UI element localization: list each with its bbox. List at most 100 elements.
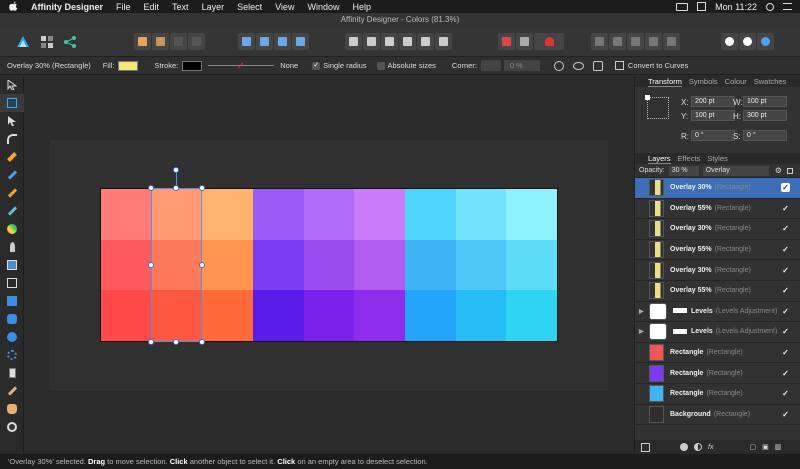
swatch-cell[interactable]: [202, 239, 253, 291]
menu-list-icon[interactable]: [783, 3, 792, 10]
swatch-cell[interactable]: [303, 290, 355, 341]
tab-effects[interactable]: Effects: [678, 154, 701, 163]
text-tool[interactable]: [0, 364, 24, 382]
transparency-tool[interactable]: [0, 238, 24, 256]
rotate-right-button[interactable]: [292, 33, 309, 50]
resize-handle-tr[interactable]: [199, 185, 205, 191]
vector-brush-tool[interactable]: [0, 184, 24, 202]
display-icon[interactable]: [676, 2, 689, 11]
crop-tool[interactable]: [0, 274, 24, 292]
menu-text[interactable]: Text: [172, 2, 189, 12]
app-name-menu[interactable]: Affinity Designer: [31, 2, 103, 12]
swatch-cell[interactable]: [202, 290, 253, 341]
subtract-boolean-button[interactable]: [609, 33, 626, 50]
visibility-checkbox[interactable]: ✓: [781, 286, 790, 295]
swatch-cell[interactable]: [303, 189, 355, 240]
pen-tool[interactable]: [0, 148, 24, 166]
layer-row[interactable]: Overlay 55% (Rectangle) ✓: [635, 240, 800, 261]
swatch-cell[interactable]: [253, 239, 304, 291]
resize-handle-mr[interactable]: [199, 262, 205, 268]
insert-top-icon[interactable]: [739, 33, 756, 50]
resize-handle-tc[interactable]: [173, 185, 179, 191]
snapping-magnet-button[interactable]: [534, 33, 564, 50]
layer-row[interactable]: Rectangle (Rectangle) ✓: [635, 363, 800, 384]
visibility-checkbox[interactable]: ✓: [781, 204, 790, 213]
rotation-handle[interactable]: [173, 167, 179, 173]
resize-handle-tl[interactable]: [148, 185, 154, 191]
resize-handle-bl[interactable]: [148, 339, 154, 345]
visibility-checkbox[interactable]: ✓: [781, 389, 790, 398]
stroke-style-value[interactable]: None: [280, 61, 298, 70]
h-field[interactable]: [743, 110, 787, 121]
boundary-icon[interactable]: [498, 33, 515, 50]
zoom-tool[interactable]: [0, 418, 24, 436]
snap-grid-icon[interactable]: [516, 33, 533, 50]
divide-boolean-button[interactable]: [663, 33, 680, 50]
resize-handle-ml[interactable]: [148, 262, 154, 268]
rotation-field[interactable]: [691, 130, 735, 141]
apple-icon[interactable]: [9, 1, 21, 13]
menu-file[interactable]: File: [116, 2, 131, 12]
layer-row[interactable]: Overlay 30% (Rectangle) ✓: [635, 178, 800, 199]
cog-shape-tool[interactable]: [0, 346, 24, 364]
move-tool[interactable]: [0, 76, 24, 94]
layer-row[interactable]: Overlay 30% (Rectangle) ✓: [635, 219, 800, 240]
tab-transform[interactable]: Transform: [648, 77, 682, 87]
search-icon[interactable]: [766, 2, 774, 11]
swatch-cell[interactable]: [253, 290, 304, 341]
move-to-front-button[interactable]: [188, 33, 205, 50]
shear-field[interactable]: [743, 130, 787, 141]
y-field[interactable]: [691, 110, 735, 121]
tab-symbols[interactable]: Symbols: [689, 77, 718, 86]
designer-persona-icon[interactable]: [16, 35, 30, 49]
layer-row[interactable]: Background (Rectangle) ✓: [635, 405, 800, 426]
adjustment-icon[interactable]: [694, 443, 702, 451]
layer-row[interactable]: Rectangle (Rectangle) ✓: [635, 384, 800, 405]
clock[interactable]: Mon 11:22: [715, 2, 757, 12]
tab-layers[interactable]: Layers: [648, 154, 671, 164]
crosshair-icon[interactable]: [553, 60, 564, 71]
corner-tool[interactable]: [0, 130, 24, 148]
ellipse-tool[interactable]: [0, 328, 24, 346]
blend-mode-select[interactable]: Overlay: [702, 165, 769, 176]
swatch-cell[interactable]: [455, 290, 507, 341]
visibility-checkbox[interactable]: ✓: [781, 183, 790, 193]
view-tool[interactable]: [0, 400, 24, 418]
swatch-cell[interactable]: [506, 239, 557, 291]
absolute-sizes-checkbox[interactable]: [376, 61, 385, 70]
flip-horizontal-button[interactable]: [238, 33, 255, 50]
swatch-cell[interactable]: [101, 290, 152, 341]
visibility-checkbox[interactable]: ✓: [781, 327, 790, 336]
layer-row[interactable]: Overlay 55% (Rectangle) ✓: [635, 281, 800, 302]
place-image-tool[interactable]: [0, 256, 24, 274]
swatch-cell[interactable]: [354, 189, 405, 240]
eye-icon[interactable]: [572, 61, 584, 70]
intersect-boolean-button[interactable]: [627, 33, 644, 50]
rotate-left-button[interactable]: [274, 33, 291, 50]
visibility-checkbox[interactable]: ✓: [781, 224, 790, 233]
tab-styles[interactable]: Styles: [707, 154, 727, 163]
fx-icon[interactable]: fx: [708, 444, 713, 451]
resize-handle-bc[interactable]: [173, 339, 179, 345]
mask-icon[interactable]: [680, 443, 688, 451]
expand-icon[interactable]: ▶: [639, 328, 644, 335]
align-top-button[interactable]: [399, 33, 416, 50]
swatch-cell[interactable]: [253, 189, 304, 240]
single-radius-checkbox[interactable]: ✓: [312, 61, 321, 70]
convert-to-curves-button[interactable]: Convert to Curves: [614, 61, 688, 70]
align-center-button[interactable]: [363, 33, 380, 50]
canvas[interactable]: [24, 76, 634, 454]
stroke-swatch[interactable]: [182, 60, 203, 71]
visibility-checkbox[interactable]: ✓: [781, 348, 790, 357]
flip-icon[interactable]: [592, 60, 603, 71]
add-layer-icon[interactable]: ▢: [749, 443, 756, 451]
menu-edit[interactable]: Edit: [144, 2, 160, 12]
selection-bounding-box[interactable]: [151, 188, 202, 342]
add-boolean-button[interactable]: [591, 33, 608, 50]
visibility-checkbox[interactable]: ✓: [781, 369, 790, 378]
move-forward-one-button[interactable]: [170, 33, 187, 50]
opacity-field[interactable]: 30 %: [668, 165, 699, 176]
artboard-tool[interactable]: [0, 94, 24, 112]
swatch-cell[interactable]: [506, 189, 557, 240]
x-field[interactable]: [691, 96, 735, 107]
